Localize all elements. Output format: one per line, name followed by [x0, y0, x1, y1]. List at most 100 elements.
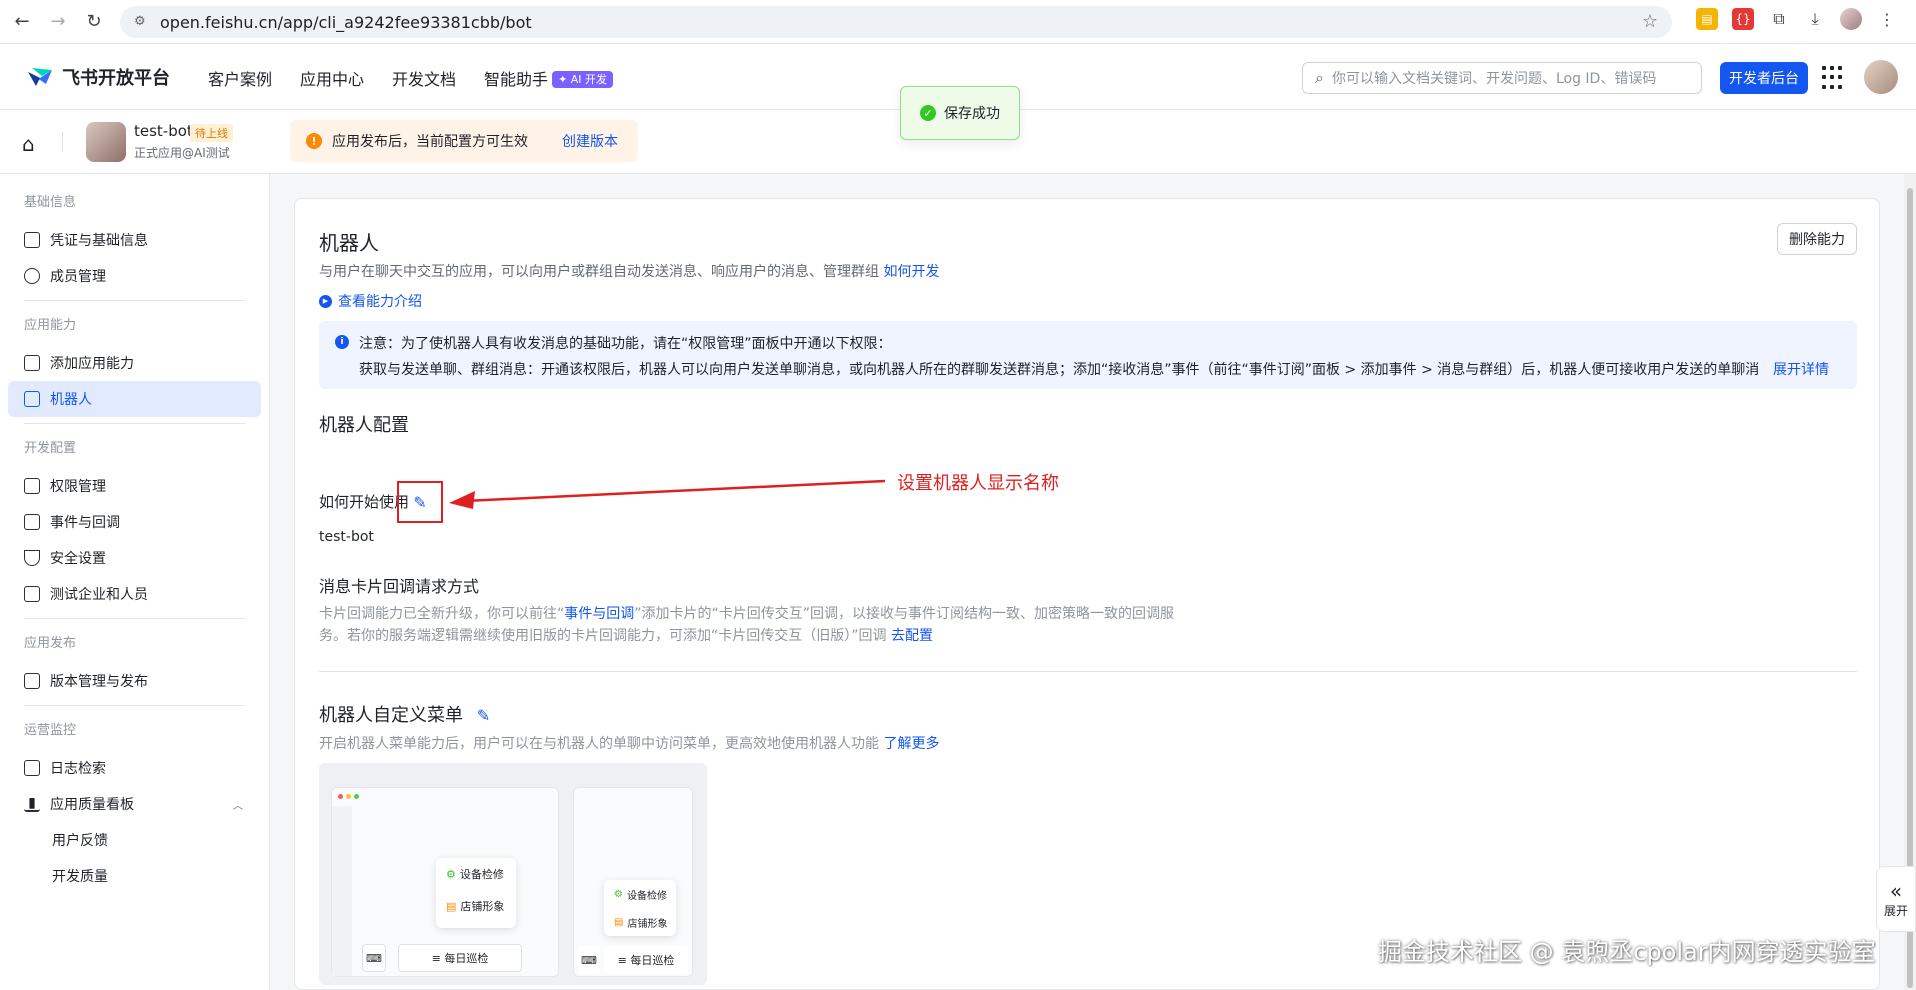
sidebar-item-feedback[interactable]: 用户反馈 — [8, 822, 261, 858]
lock-icon — [24, 478, 40, 494]
main-menu: 客户案例 应用中心 开发文档 智能助手 ✦ AI 开发 — [208, 66, 614, 90]
preview-mobile-bar: ≡ 每日巡检 — [604, 946, 688, 974]
sidebar-item-add-capability[interactable]: 添加应用能力 — [8, 345, 261, 381]
more-vert-icon[interactable]: ⋮ — [1876, 8, 1898, 30]
page-title: 机器人 — [319, 231, 379, 255]
logo-text: 飞书开放平台 — [62, 68, 170, 89]
sidebar-group-release: 应用发布 — [24, 636, 77, 651]
create-version-link[interactable]: 创建版本 — [562, 131, 618, 151]
sidebar-item-permissions[interactable]: 权限管理 — [8, 468, 261, 504]
delete-capability-button[interactable]: 删除能力 — [1777, 223, 1857, 255]
edit-menu-icon[interactable]: ✎ — [477, 706, 490, 725]
expand-details-link[interactable]: 展开详情 — [1773, 359, 1829, 379]
chevron-up-icon[interactable]: ︿ — [233, 797, 243, 812]
search-input[interactable]: ⌕ 你可以输入文档关键词、开发问题、Log ID、错误码 — [1302, 62, 1702, 94]
sidebar-divider — [24, 300, 245, 301]
sidebar-group-basic: 基础信息 — [24, 195, 77, 210]
sidebar-item-test-tenants[interactable]: 测试企业和人员 — [8, 576, 261, 612]
preview-mobile-menu: ⚙ 设备检修 ▤ 店铺形象 — [604, 880, 676, 936]
profile-avatar[interactable] — [1840, 8, 1862, 30]
event-icon — [24, 514, 40, 530]
feishu-logo[interactable]: 飞书开放平台 — [26, 64, 170, 90]
play-icon: ▶ — [319, 294, 332, 308]
learn-more-link[interactable]: 了解更多 — [883, 736, 939, 752]
check-circle-icon: ✓ — [920, 105, 936, 121]
log-search-icon — [24, 760, 40, 776]
bot-config-card: 机器人 与用户在聊天中交互的应用，可以向用户或群组自动发送消息、响应用户的消息、… — [294, 198, 1880, 990]
bot-config-title: 机器人配置 — [319, 415, 409, 436]
back-icon[interactable]: ← — [8, 8, 36, 36]
pencil-icon: ✎ — [413, 492, 427, 512]
go-configure-link[interactable]: 去配置 — [891, 628, 933, 644]
code-icon — [24, 586, 40, 602]
sidebar-item-label: 应用质量看板 — [50, 797, 134, 813]
sidebar-item-label: 机器人 — [50, 392, 92, 408]
sidebar-group-ops: 运营监控 — [24, 723, 77, 738]
menu-assistant[interactable]: 智能助手 ✦ AI 开发 — [484, 66, 614, 90]
publish-notice: ! 应用发布后，当前配置方可生效 创建版本 — [290, 120, 638, 162]
custom-menu-title: 机器人自定义菜单 ✎ — [319, 701, 490, 727]
reload-icon[interactable]: ↻ — [80, 8, 108, 36]
extension-icon-1[interactable]: ▤ — [1696, 8, 1718, 30]
preview-mobile-window: ⚙ 设备检修 ▤ 店铺形象 ⌨ ≡ 每日巡检 — [573, 787, 693, 977]
sidebar-group-capability: 应用能力 — [24, 318, 77, 333]
user-avatar[interactable] — [1864, 60, 1898, 94]
permission-info-box: i 注意：为了使机器人具有收发消息的基础功能，请在“权限管理”面板中开通以下权限… — [319, 321, 1857, 389]
sidebar-item-label: 日志检索 — [50, 761, 106, 777]
preview-mobile-item-1: ⚙ 设备检修 — [614, 888, 667, 902]
sidebar-item-label: 权限管理 — [50, 479, 106, 495]
annotation-text: 设置机器人显示名称 — [897, 473, 1059, 494]
desc-text: 与用户在聊天中交互的应用，可以向用户或群组自动发送消息、响应用户的消息、管理群组 — [319, 264, 879, 280]
custom-menu-title-text: 机器人自定义菜单 — [319, 705, 463, 726]
sidebar-item-security[interactable]: 安全设置 — [8, 540, 261, 576]
sidebar-item-events[interactable]: 事件与回调 — [8, 504, 261, 540]
card-callback-description: 卡片回调能力已全新升级，你可以前往“事件与回调”添加卡片的“卡片回传交互”回调，… — [319, 603, 1179, 647]
sidebar-group-dev-config: 开发配置 — [24, 441, 77, 456]
extension-icon-2[interactable]: {} — [1732, 8, 1754, 30]
sidebar-item-credentials[interactable]: 凭证与基础信息 — [8, 222, 261, 258]
apps-grid-icon[interactable] — [1822, 66, 1846, 90]
developer-console-button[interactable]: 开发者后台 — [1720, 62, 1808, 94]
menu-cases[interactable]: 客户案例 — [208, 66, 272, 90]
capability-intro-link[interactable]: ▶ 查看能力介绍 — [319, 291, 422, 311]
sidebar-item-members[interactable]: 成员管理 — [8, 258, 261, 294]
menu-docs[interactable]: 开发文档 — [392, 66, 456, 90]
sidebar-item-label: 安全设置 — [50, 551, 106, 567]
search-icon: ⌕ — [1315, 68, 1324, 87]
app-subtitle: 正式应用@AI测试 — [134, 146, 230, 160]
events-callback-link[interactable]: 事件与回调 — [564, 606, 634, 622]
expand-panel-button[interactable]: « 展开 — [1876, 866, 1916, 932]
address-bar[interactable]: ⚙ open.feishu.cn/app/cli_a9242fee93381cb… — [120, 6, 1672, 38]
menu-desc-text: 开启机器人菜单能力后，用户可以在与机器人的单聊中访问菜单，更高效地使用机器人功能 — [319, 736, 879, 752]
upload-icon — [24, 673, 40, 689]
sidebar-item-versions[interactable]: 版本管理与发布 — [8, 663, 261, 699]
preview-bar: ≡ 每日巡检 — [398, 944, 522, 972]
sidebar: 基础信息 凭证与基础信息 成员管理 应用能力 添加应用能力 机器人 开发配置 权… — [0, 174, 270, 990]
menu-app-center[interactable]: 应用中心 — [300, 66, 364, 90]
status-badge: 待上线 — [190, 124, 233, 142]
sidebar-item-label: 成员管理 — [50, 269, 106, 285]
sidebar-item-bot[interactable]: 机器人 — [8, 381, 261, 417]
sidebar-item-logs[interactable]: 日志检索 — [8, 750, 261, 786]
preview-mobile-item1-label: 设备检修 — [626, 890, 667, 902]
intro-link-label: 查看能力介绍 — [338, 294, 422, 310]
preview-keyboard-icon: ⌨ — [362, 944, 386, 972]
how-to-develop-link[interactable]: 如何开发 — [883, 264, 939, 280]
puzzle-icon[interactable]: ⧉ — [1768, 8, 1790, 30]
info-line-1: 注意：为了使机器人具有收发消息的基础功能，请在“权限管理”面板中开通以下权限： — [359, 336, 892, 352]
sidebar-item-label: 事件与回调 — [50, 515, 120, 531]
bookmark-star-icon[interactable]: ☆ — [1642, 11, 1658, 32]
edit-name-highlight[interactable]: ✎ — [397, 481, 443, 523]
expand-label: 展开 — [1883, 903, 1908, 918]
sidebar-item-label: 测试企业和人员 — [50, 587, 148, 603]
forward-icon[interactable]: → — [44, 8, 72, 36]
home-icon[interactable]: ⌂ — [22, 132, 35, 156]
sidebar-divider — [24, 705, 245, 706]
sidebar-item-dev-quality[interactable]: 开发质量 — [8, 858, 261, 894]
toast-text: 保存成功 — [944, 106, 1000, 122]
preview-item1-label: 设备检修 — [459, 868, 504, 881]
bot-name-value: test-bot — [319, 529, 374, 545]
sidebar-item-quality[interactable]: ▮ 应用质量看板 ︿ — [8, 786, 261, 822]
download-icon[interactable]: ⤓ — [1804, 8, 1826, 30]
site-info-icon[interactable]: ⚙ — [134, 14, 150, 30]
